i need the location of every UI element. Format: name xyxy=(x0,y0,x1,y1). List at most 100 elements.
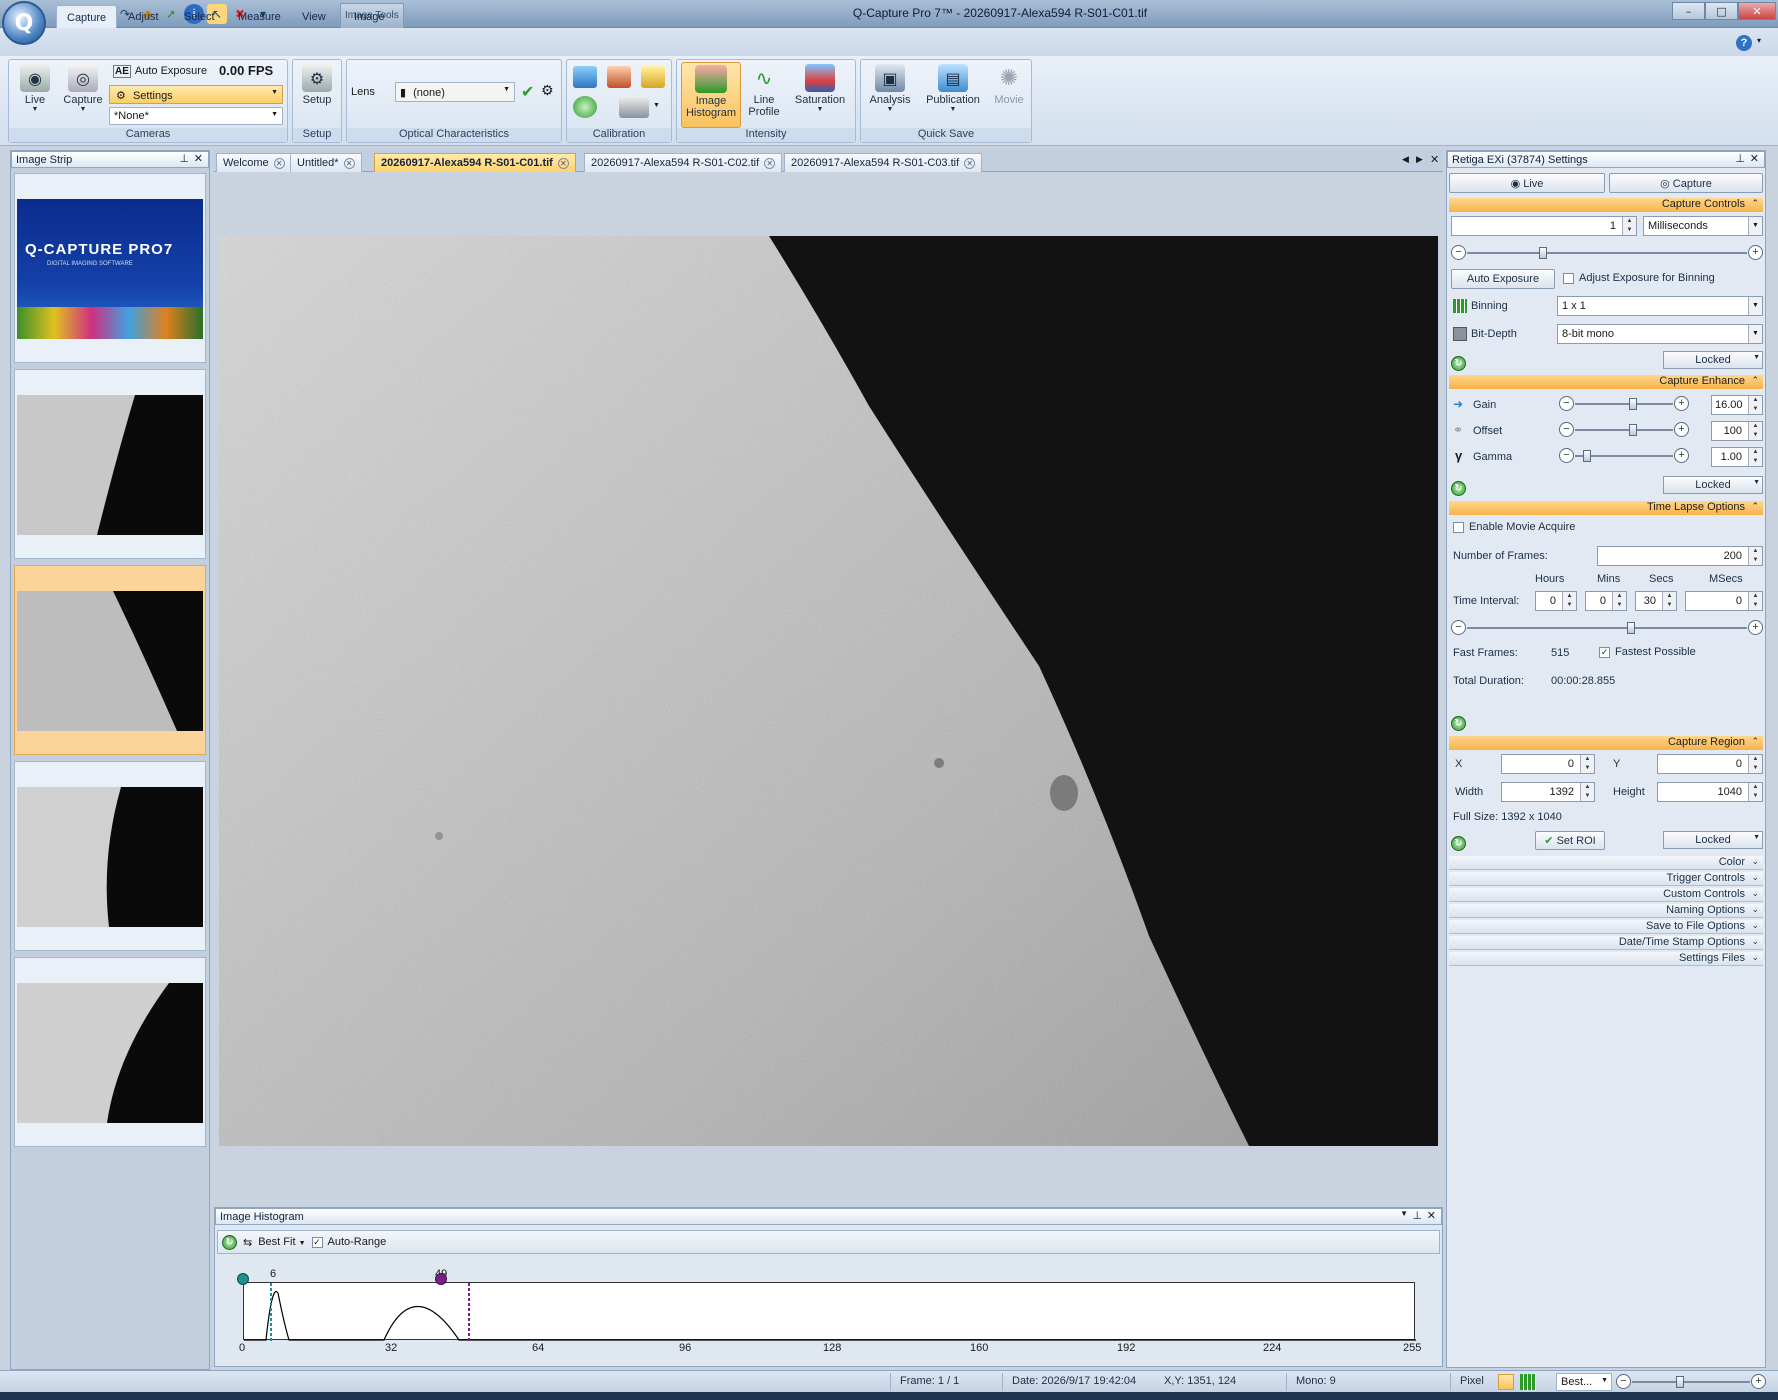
capture-settings-tab[interactable]: ◎ Capture xyxy=(1609,173,1763,193)
mins-input[interactable]: 0 ▲ ▼ xyxy=(1585,591,1627,611)
exposure-slider[interactable]: − + xyxy=(1451,244,1763,262)
capture-controls-header[interactable]: Capture Controls ⌃ xyxy=(1449,198,1763,212)
close-icon[interactable]: ✕ xyxy=(1750,152,1759,165)
saturation-button[interactable]: Saturation ▼ xyxy=(789,62,851,114)
tab-image[interactable]: Image xyxy=(344,5,395,28)
apply-lens-icon[interactable]: ✔ xyxy=(521,82,534,101)
slider-thumb[interactable] xyxy=(1676,1376,1684,1388)
auto-exposure-button[interactable]: Auto Exposure xyxy=(1451,269,1555,289)
chevron-down-icon[interactable]: ▼ xyxy=(653,102,660,109)
minimize-button[interactable]: – xyxy=(1672,2,1705,20)
gain-slider[interactable]: − + xyxy=(1559,395,1689,413)
maximize-button[interactable]: □ xyxy=(1705,2,1738,20)
spinner-icon[interactable]: ▲ ▼ xyxy=(1748,422,1762,440)
strip-thumbnail-3-selected[interactable] xyxy=(14,565,206,755)
microscope-image[interactable] xyxy=(219,236,1438,1146)
exposure-unit-dropdown[interactable]: Milliseconds ▼ xyxy=(1643,216,1763,236)
ruler-icon[interactable] xyxy=(641,66,665,88)
high-marker-handle[interactable] xyxy=(435,1273,447,1285)
spinner-icon[interactable]: ▲ ▼ xyxy=(1562,592,1576,610)
pin-icon[interactable]: ⊥ xyxy=(1735,152,1745,165)
close-icon[interactable]: ✕ xyxy=(1430,153,1439,166)
help-icon[interactable]: ? xyxy=(1736,35,1752,51)
pin-icon[interactable]: ⊥ xyxy=(1412,1209,1422,1222)
enable-movie-checkbox[interactable]: Enable Movie Acquire xyxy=(1453,521,1575,533)
x-input[interactable]: 0 ▲ ▼ xyxy=(1501,754,1595,774)
refresh-calibration-icon[interactable] xyxy=(573,96,597,118)
color-calibrate-icon[interactable] xyxy=(607,66,631,88)
close-icon[interactable]: ✕ xyxy=(557,158,569,169)
hours-input[interactable]: 0 ▲ ▼ xyxy=(1535,591,1577,611)
live-button[interactable]: ◉ Live ▼ xyxy=(15,64,55,114)
spinner-icon[interactable]: ▲ ▼ xyxy=(1748,547,1762,565)
refresh-icon[interactable]: ↻ xyxy=(1451,716,1466,731)
trigger-controls-header[interactable]: Trigger Controls ⌄ xyxy=(1449,872,1763,886)
binning-dropdown[interactable]: 1 x 1 ▼ xyxy=(1557,296,1763,316)
capture-region-header[interactable]: Capture Region ⌃ xyxy=(1449,736,1763,750)
doc-tab-c02[interactable]: 20260917-Alexa594 R-S01-C02.tif ✕ xyxy=(584,153,783,172)
spinner-icon[interactable]: ▲ ▼ xyxy=(1748,448,1762,466)
pin-icon[interactable]: ⊥ xyxy=(179,152,189,165)
lens-dropdown[interactable]: ▮ (none) ▼ xyxy=(395,82,515,102)
msecs-input[interactable]: 0 ▲ ▼ xyxy=(1685,591,1763,611)
minus-icon[interactable]: − xyxy=(1559,396,1574,411)
set-roi-button[interactable]: ✔ Set ROI xyxy=(1535,831,1605,850)
plus-icon[interactable]: + xyxy=(1674,422,1689,437)
low-marker-handle[interactable] xyxy=(237,1273,249,1285)
save-to-file-options-header[interactable]: Save to File Options ⌄ xyxy=(1449,920,1763,934)
doc-tab-c03[interactable]: 20260917-Alexa594 R-S01-C03.tif ✕ xyxy=(784,153,983,172)
offset-slider[interactable]: − + xyxy=(1559,421,1689,439)
auto-exposure-button[interactable]: AE Auto Exposure xyxy=(113,65,207,78)
minus-icon[interactable]: − xyxy=(1559,422,1574,437)
spinner-icon[interactable]: ▲ ▼ xyxy=(1748,592,1762,610)
live-settings-tab[interactable]: ◉ Live xyxy=(1449,173,1605,193)
gamma-slider[interactable]: − + xyxy=(1559,447,1689,465)
tab-adjust[interactable]: Adjust xyxy=(118,5,169,28)
lens-settings-icon[interactable]: ⚙ xyxy=(541,83,554,99)
best-fit-dropdown[interactable]: Best Fit ▼ xyxy=(258,1236,305,1248)
spinner-icon[interactable]: ▲ ▼ xyxy=(1662,592,1676,610)
publication-button[interactable]: ▤ Publication ▼ xyxy=(919,64,987,114)
spinner-icon[interactable]: ▲ ▼ xyxy=(1748,396,1762,414)
refresh-icon[interactable]: ↻ xyxy=(1451,836,1466,851)
spinner-icon[interactable]: ▲ ▼ xyxy=(1622,217,1636,235)
width-input[interactable]: 1392 ▲ ▼ xyxy=(1501,782,1595,802)
close-icon[interactable]: ✕ xyxy=(194,152,203,165)
close-icon[interactable]: ✕ xyxy=(964,158,976,169)
close-icon[interactable]: ✕ xyxy=(343,158,355,169)
refresh-icon[interactable]: ↻ xyxy=(222,1234,237,1250)
scroll-right-icon[interactable]: ▶ xyxy=(1416,154,1423,165)
height-input[interactable]: 1040 ▲ ▼ xyxy=(1657,782,1763,802)
analysis-button[interactable]: ▣ Analysis ▼ xyxy=(865,64,915,114)
capture-button[interactable]: ◎ Capture ▼ xyxy=(61,64,105,114)
strip-thumbnail-4[interactable] xyxy=(14,761,206,951)
gamma-input[interactable]: 1.00 ▲ ▼ xyxy=(1711,447,1763,467)
plus-icon[interactable]: + xyxy=(1674,396,1689,411)
plus-icon[interactable]: + xyxy=(1751,1374,1766,1389)
chevron-down-icon[interactable]: ▼ xyxy=(1400,1209,1408,1218)
close-icon[interactable]: ✕ xyxy=(764,158,776,169)
minus-icon[interactable]: − xyxy=(1616,1374,1631,1389)
offset-input[interactable]: 100 ▲ ▼ xyxy=(1711,421,1763,441)
grid-view-icon[interactable] xyxy=(1520,1374,1536,1390)
tab-view[interactable]: View xyxy=(292,5,336,28)
zoom-dropdown[interactable]: Best... ▼ xyxy=(1556,1373,1612,1391)
movie-button[interactable]: ✺ Movie xyxy=(989,64,1029,107)
tab-capture[interactable]: Capture xyxy=(56,5,118,28)
date-time-stamp-options-header[interactable]: Date/Time Stamp Options ⌄ xyxy=(1449,936,1763,950)
image-view-icon[interactable] xyxy=(1498,1374,1514,1390)
interval-slider[interactable]: − + xyxy=(1451,619,1763,637)
strip-thumbnail-5[interactable] xyxy=(14,957,206,1147)
close-icon[interactable]: ✕ xyxy=(273,158,285,169)
preset-dropdown[interactable]: *None* ▼ xyxy=(109,107,283,125)
line-profile-button[interactable]: ∿ Line Profile xyxy=(743,62,785,118)
gain-input[interactable]: 16.00 ▲ ▼ xyxy=(1711,395,1763,415)
minus-icon[interactable]: − xyxy=(1451,245,1466,260)
doc-tab-c01[interactable]: 20260917-Alexa594 R-S01-C01.tif ✕ xyxy=(374,153,576,172)
histogram-plot[interactable] xyxy=(243,1282,1416,1341)
capture-region-locked-dropdown[interactable]: Locked ▼ xyxy=(1663,831,1763,849)
spinner-icon[interactable]: ▲ ▼ xyxy=(1748,755,1762,773)
plus-icon[interactable]: + xyxy=(1748,245,1763,260)
refresh-icon[interactable]: ↻ xyxy=(1451,481,1466,496)
scroll-left-icon[interactable]: ◀ xyxy=(1402,154,1409,165)
